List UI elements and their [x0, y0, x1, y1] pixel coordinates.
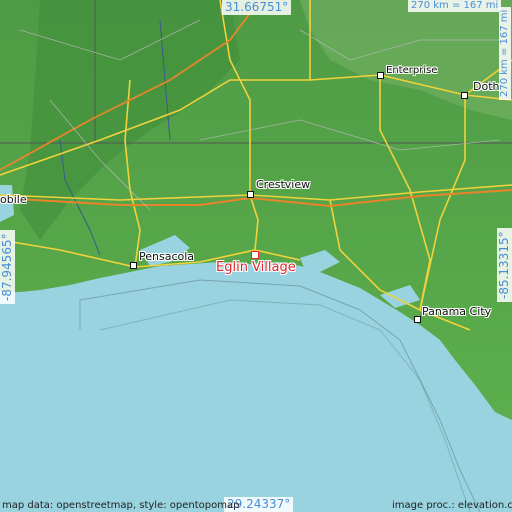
map-canvas[interactable]: Crestview Pensacola Panama City Enterpri…	[0, 0, 512, 512]
panama-city-marker[interactable]	[414, 316, 421, 323]
coord-right: -85.13315°	[497, 228, 512, 302]
coord-top: 31.66751°	[222, 0, 292, 15]
city-label-mobile: obile	[0, 193, 27, 206]
coord-left: -87.94565°	[0, 230, 15, 304]
city-label-dothan: Doth	[473, 80, 500, 93]
pensacola-marker[interactable]	[130, 262, 137, 269]
city-label-crestview: Crestview	[256, 178, 311, 191]
city-label-panama-city: Panama City	[422, 305, 492, 318]
scale-vertical: 270 km = 167 mi	[499, 6, 511, 100]
image-credit: image proc.: elevation.city	[392, 500, 512, 511]
map-credit: map data: openstreetmap, style: opentopo…	[2, 500, 240, 511]
scale-horizontal: 270 km = 167 mi	[408, 0, 502, 12]
city-label-pensacola: Pensacola	[139, 250, 195, 263]
crestview-marker[interactable]	[247, 191, 254, 198]
place-label-eglin-village: Eglin Village	[216, 260, 296, 275]
city-label-enterprise: Enterprise	[386, 65, 438, 76]
enterprise-marker[interactable]	[377, 72, 384, 79]
eglin-village-marker[interactable]	[251, 251, 259, 259]
dothan-marker[interactable]	[461, 92, 468, 99]
